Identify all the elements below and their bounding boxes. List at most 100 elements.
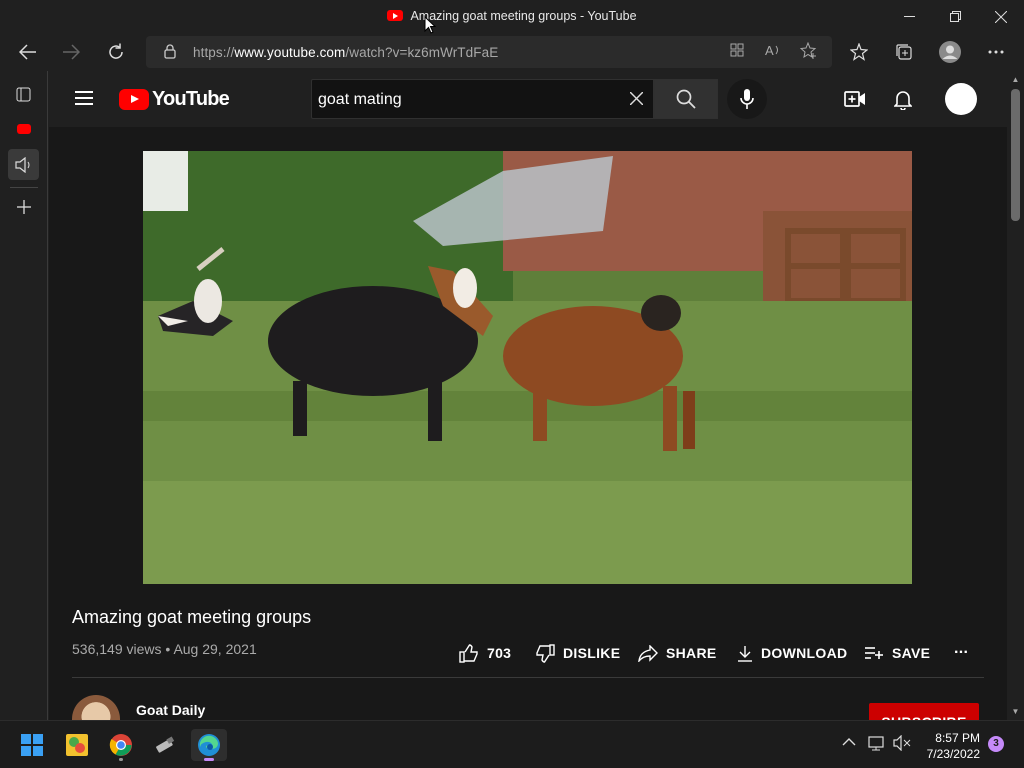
tab-youtube[interactable] [8, 113, 39, 144]
lock-icon [164, 44, 176, 59]
settings-more-button[interactable] [980, 37, 1012, 67]
like-button[interactable]: 703 [459, 643, 511, 663]
clock-date: 7/23/2022 [926, 747, 980, 761]
section-divider [72, 677, 984, 678]
url-path: /watch?v=kz6mWrTdFaE [345, 45, 499, 60]
taskbar-app-usb[interactable] [147, 729, 183, 761]
youtube-tab-icon [16, 123, 31, 134]
close-icon [995, 10, 1007, 23]
more-dots-icon [988, 50, 1004, 54]
youtube-header: YouTube goat mating [49, 71, 1007, 127]
scroll-up-arrow-icon[interactable]: ▲ [1011, 75, 1020, 84]
tab-audio-playing[interactable] [8, 149, 39, 180]
microphone-icon [740, 89, 754, 109]
taskbar-app-edge[interactable] [191, 729, 227, 761]
meta-separator: • [165, 641, 171, 657]
video-frame-goats [143, 151, 912, 584]
network-monitor-icon [868, 736, 884, 751]
url-domain: www.youtube.com [234, 45, 346, 60]
search-button[interactable] [654, 79, 718, 119]
plus-icon [16, 199, 31, 214]
share-button[interactable]: SHARE [638, 643, 717, 663]
download-button[interactable]: DOWNLOAD [737, 643, 847, 663]
tab-actions-button[interactable] [8, 79, 39, 110]
subscribe-button[interactable]: SUBSCRIBE [869, 703, 979, 720]
arrow-left-icon [19, 44, 36, 60]
window-title-bar: Amazing goat meeting groups - YouTube [0, 0, 1024, 33]
thumbs-up-icon [459, 643, 478, 663]
usb-drive-icon [156, 736, 175, 753]
taskbar-app-photos[interactable] [59, 729, 95, 761]
volume-button[interactable] [893, 734, 911, 754]
youtube-logo[interactable]: YouTube [119, 87, 230, 110]
profile-avatar-icon [939, 41, 961, 63]
read-aloud-icon[interactable]: A [762, 42, 784, 62]
restore-icon [949, 11, 961, 22]
edge-tab-sidebar [0, 71, 48, 720]
running-indicator [119, 758, 123, 761]
account-avatar[interactable] [945, 83, 977, 115]
channel-avatar[interactable] [72, 695, 120, 720]
address-bar[interactable]: https://www.youtube.com/watch?v=kz6mWrTd… [146, 36, 832, 68]
voice-search-button[interactable] [727, 79, 767, 119]
notification-badge[interactable]: 3 [988, 736, 1004, 752]
speaker-icon [14, 156, 29, 173]
add-favorite-icon[interactable] [798, 41, 820, 62]
close-window-button[interactable] [978, 0, 1024, 33]
download-icon [738, 645, 752, 662]
channel-name[interactable]: Goat Daily [136, 702, 205, 718]
video-camera-plus-icon [844, 91, 865, 107]
upload-date: Aug 29, 2021 [173, 641, 257, 657]
thumbs-down-icon [536, 643, 555, 663]
youtube-play-logo-icon [119, 88, 149, 110]
forward-button[interactable] [55, 37, 87, 67]
sidebar-divider [10, 187, 38, 188]
restore-button[interactable] [932, 0, 978, 33]
url-text: https://www.youtube.com/watch?v=kz6mWrTd… [193, 45, 498, 60]
app-available-icon[interactable] [726, 42, 748, 62]
video-player[interactable] [143, 151, 912, 584]
chevron-up-icon [842, 738, 856, 746]
favorites-icon [850, 43, 868, 61]
save-button[interactable]: SAVE [864, 643, 930, 663]
mouse-cursor-icon [424, 16, 436, 34]
favorites-button[interactable] [843, 37, 875, 67]
browser-toolbar: https://www.youtube.com/watch?v=kz6mWrTd… [0, 33, 1024, 71]
view-count: 536,149 views [72, 641, 162, 657]
more-actions-button[interactable]: ... [954, 639, 968, 659]
show-hidden-icons-button[interactable] [842, 735, 856, 750]
search-input[interactable]: goat mating [318, 91, 402, 109]
edge-browser-icon [198, 734, 220, 756]
taskbar-clock[interactable]: 8:57 PM 7/23/2022 [918, 730, 980, 762]
clear-search-button[interactable] [629, 89, 644, 110]
volume-muted-icon [893, 734, 911, 752]
page-scrollbar[interactable]: ▲ ▼ [1007, 71, 1024, 720]
search-icon [676, 89, 696, 109]
share-arrow-icon [638, 644, 658, 662]
profile-button[interactable] [934, 37, 966, 67]
collections-button[interactable] [888, 37, 920, 67]
scroll-down-arrow-icon[interactable]: ▼ [1011, 707, 1020, 716]
search-box[interactable]: goat mating [311, 79, 654, 119]
network-status-button[interactable] [868, 735, 886, 754]
windows-logo-icon [21, 734, 43, 756]
taskbar-app-chrome[interactable] [103, 729, 139, 761]
new-tab-button[interactable] [8, 191, 39, 222]
notifications-button[interactable] [891, 87, 915, 111]
playlist-add-icon [865, 647, 883, 659]
dislike-label: DISLIKE [563, 645, 621, 661]
dislike-button[interactable]: DISLIKE [535, 643, 620, 663]
clock-time: 8:57 PM [935, 731, 980, 745]
back-button[interactable] [12, 37, 44, 67]
menu-icon[interactable] [75, 91, 93, 105]
scrollbar-thumb[interactable] [1011, 89, 1020, 221]
minimize-button[interactable] [886, 0, 932, 33]
refresh-button[interactable] [100, 37, 132, 67]
youtube-page: YouTube goat mating Amazing goat meeting… [49, 71, 1007, 720]
create-video-button[interactable] [843, 87, 867, 111]
minimize-icon [903, 16, 915, 17]
like-count: 703 [487, 645, 512, 661]
start-button[interactable] [14, 729, 50, 761]
youtube-logo-text: YouTube [152, 87, 230, 110]
svg-text:A: A [765, 43, 774, 58]
